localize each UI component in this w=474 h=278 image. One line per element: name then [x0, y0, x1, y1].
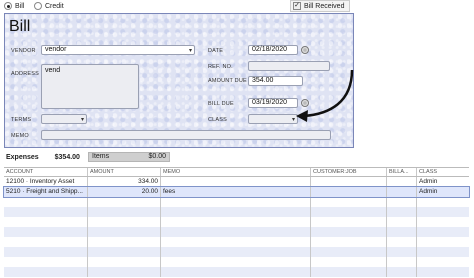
column-header-account[interactable]: ACCOUNT: [4, 168, 88, 176]
cell-customer-job[interactable]: [311, 177, 387, 187]
column-header-class[interactable]: CLASS: [417, 168, 469, 176]
terms-dropdown[interactable]: ▾: [41, 114, 87, 124]
tab-items-label: Items: [92, 153, 110, 160]
cell-amount[interactable]: 20.00: [88, 187, 161, 197]
bill-received-label: Bill Received: [304, 2, 345, 10]
bill-due-label: BILL DUE: [208, 101, 234, 107]
date-field[interactable]: 02/18/2020: [248, 45, 298, 55]
memo-field[interactable]: [41, 130, 331, 140]
expenses-table: ACCOUNT AMOUNT MEMO CUSTOMER:JOB BILLA..…: [3, 167, 470, 277]
cell-class[interactable]: Admin: [417, 177, 469, 187]
cell-billable[interactable]: [387, 177, 417, 187]
date-value: 02/18/2020: [252, 46, 288, 53]
calendar-icon[interactable]: [301, 46, 309, 54]
table-row[interactable]: [4, 227, 469, 237]
bill-radio-label: Bill: [15, 2, 25, 10]
table-row[interactable]: [4, 257, 469, 267]
cell-amount[interactable]: 334.00: [88, 177, 161, 187]
arrow-annotation-icon: [296, 69, 354, 122]
address-value: vend: [45, 67, 61, 74]
column-header-memo[interactable]: MEMO: [161, 168, 311, 176]
credit-radio-label: Credit: [45, 2, 64, 10]
table-row[interactable]: 5210 · Freight and Shipp... 20.00 fees A…: [3, 186, 470, 198]
memo-label: MEMO: [11, 133, 29, 139]
cell-billable[interactable]: [387, 187, 417, 197]
amount-due-label: AMOUNT DUE: [208, 78, 247, 84]
bill-radio[interactable]: Bill: [4, 2, 24, 10]
table-row[interactable]: [4, 247, 469, 257]
column-header-amount[interactable]: AMOUNT: [88, 168, 161, 176]
checkbox-icon: ✓: [293, 2, 301, 10]
table-header: ACCOUNT AMOUNT MEMO CUSTOMER:JOB BILLA..…: [4, 168, 469, 177]
table-row[interactable]: [4, 207, 469, 217]
column-header-billable[interactable]: BILLA...: [387, 168, 417, 176]
tab-expenses-amount: $354.00: [54, 154, 80, 161]
vendor-label: VENDOR: [11, 48, 36, 54]
class-label: CLASS: [208, 117, 228, 123]
column-header-customer-job[interactable]: CUSTOMER:JOB: [311, 168, 387, 176]
radio-selected-icon: [4, 2, 12, 10]
table-row[interactable]: [4, 267, 469, 277]
tab-items-amount: $0.00: [148, 153, 166, 160]
terms-label: TERMS: [11, 117, 32, 123]
cell-customer-job[interactable]: [311, 187, 387, 197]
address-field[interactable]: vend: [41, 64, 139, 109]
cell-memo[interactable]: [161, 177, 311, 187]
bill-due-value: 03/19/2020: [252, 99, 288, 106]
date-label: DATE: [208, 48, 224, 54]
credit-radio[interactable]: Credit: [34, 2, 64, 10]
address-label: ADDRESS: [11, 71, 39, 77]
tab-expenses-label: Expenses: [6, 154, 39, 161]
ref-no-label: REF. NO.: [208, 64, 233, 70]
table-row[interactable]: 12100 · Inventory Asset 334.00 Admin: [4, 177, 469, 187]
tab-items[interactable]: Items $0.00: [88, 152, 170, 162]
dropdown-caret-icon[interactable]: ▾: [189, 47, 192, 55]
table-row[interactable]: [4, 197, 469, 207]
cell-memo[interactable]: fees: [161, 187, 311, 197]
tab-expenses[interactable]: Expenses $354.00: [6, 154, 80, 161]
cell-class[interactable]: Admin: [417, 187, 469, 197]
vendor-field[interactable]: vendor ▾: [41, 45, 195, 55]
cell-account[interactable]: 5210 · Freight and Shipp...: [4, 187, 88, 197]
table-row[interactable]: [4, 237, 469, 247]
amount-due-value: 354.00: [252, 77, 274, 84]
dropdown-caret-icon: ▾: [80, 117, 84, 123]
cell-account[interactable]: 12100 · Inventory Asset: [4, 177, 88, 187]
form-title: Bill: [9, 18, 31, 35]
radio-icon: [34, 2, 42, 10]
bill-received-checkbox[interactable]: ✓ Bill Received: [293, 2, 344, 10]
table-row[interactable]: [4, 217, 469, 227]
vendor-value: vendor: [45, 46, 67, 53]
